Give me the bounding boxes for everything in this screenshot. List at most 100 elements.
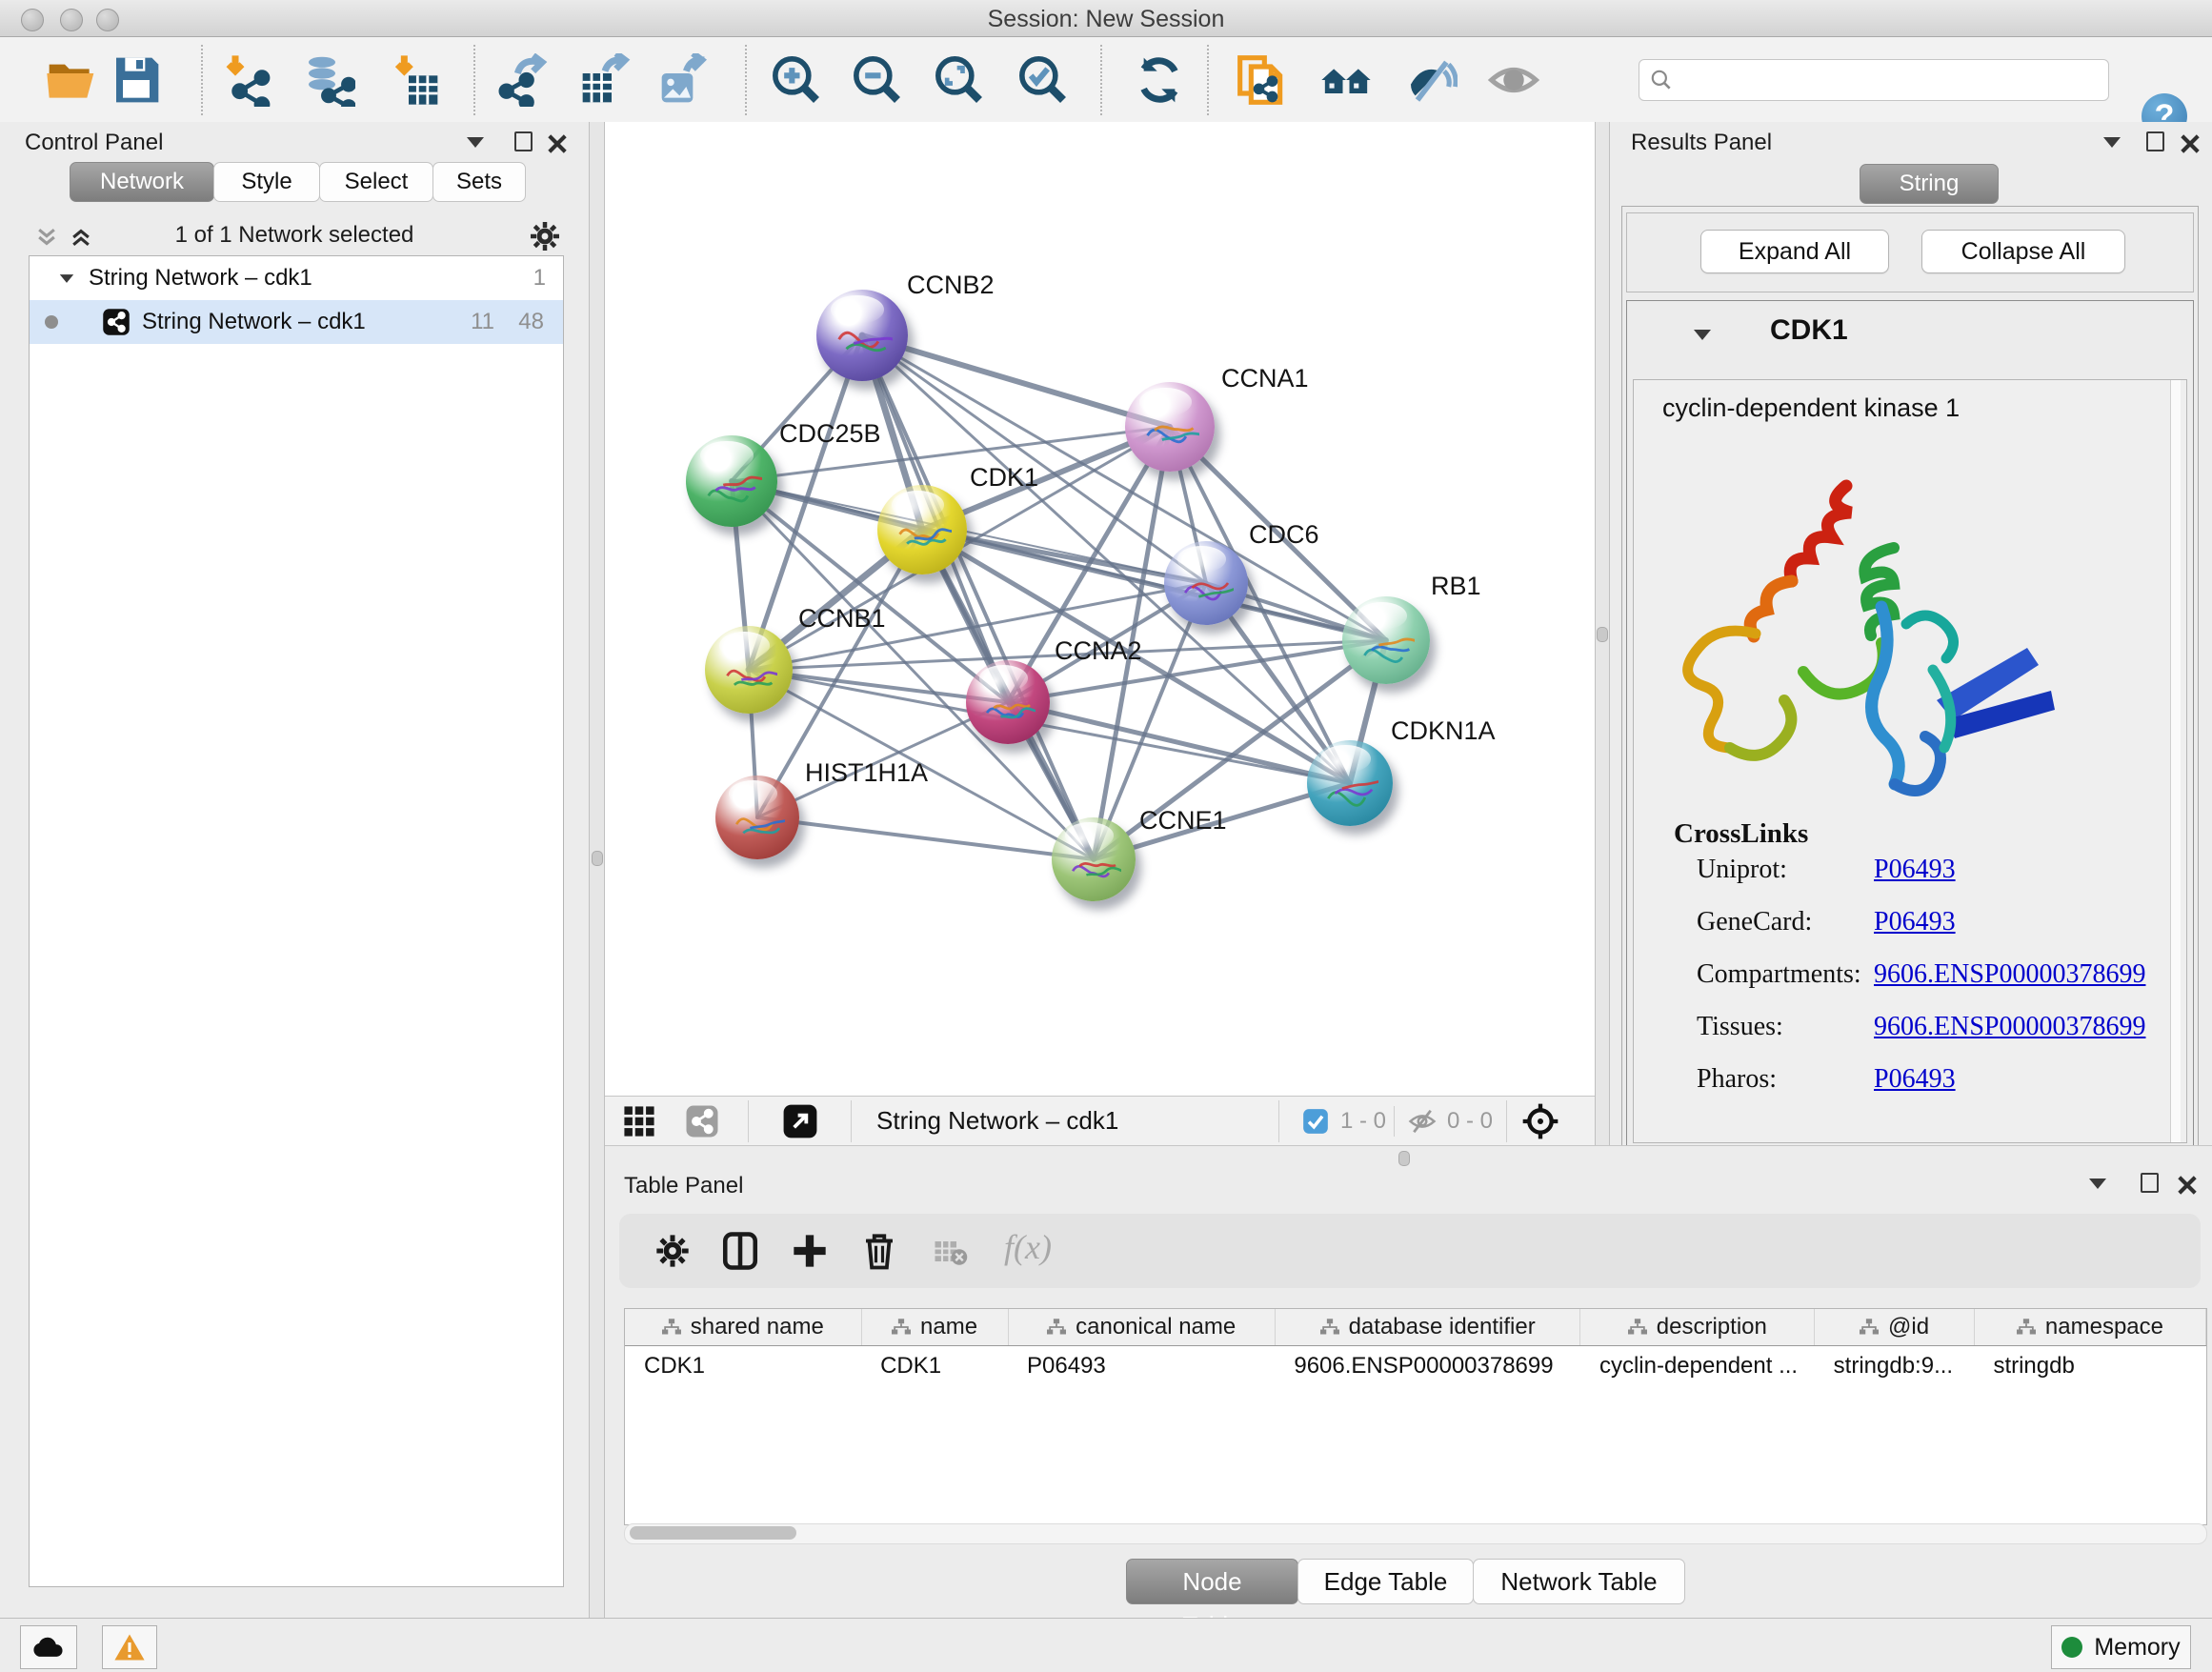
detach-view-icon[interactable] [782, 1103, 818, 1139]
network-collection-row[interactable]: String Network – cdk1 1 [30, 256, 563, 300]
birds-eye-view-icon[interactable] [1521, 1102, 1559, 1140]
column-header-shared-name[interactable]: shared name [625, 1309, 861, 1346]
node-CCNE1[interactable] [1052, 817, 1136, 901]
splitter-grip[interactable] [592, 851, 603, 866]
add-icon[interactable] [791, 1232, 829, 1270]
node-CCNA1[interactable] [1125, 382, 1215, 472]
save-session-icon[interactable] [110, 53, 163, 107]
node-CCNB2[interactable] [816, 290, 908, 381]
tab-select[interactable]: Select [319, 162, 433, 202]
close-panel-icon[interactable] [547, 133, 568, 154]
network-row[interactable]: String Network – cdk1 11 48 [30, 300, 563, 344]
export-image-icon[interactable] [657, 53, 711, 107]
close-panel-icon[interactable] [2180, 133, 2201, 154]
collapse-triangle-icon[interactable] [1694, 330, 1711, 340]
crosslink-link[interactable]: 9606.ENSP00000378699 [1874, 1012, 2145, 1042]
right-splitter[interactable] [1595, 122, 1610, 1158]
gear-icon[interactable] [654, 1232, 692, 1270]
column-header-namespace[interactable]: namespace [1974, 1309, 2205, 1346]
crosslink-link[interactable]: 9606.ENSP00000378699 [1874, 959, 2145, 990]
collapse-all-button[interactable]: Collapse All [1921, 230, 2125, 273]
selected-checkbox-icon[interactable] [1302, 1108, 1329, 1135]
node-CCNA2[interactable] [966, 660, 1050, 744]
node-CCNB1[interactable] [705, 626, 793, 714]
tab-style[interactable]: Style [213, 162, 320, 202]
column-header-@id[interactable]: @id [1815, 1309, 1975, 1346]
crosslink-link[interactable]: P06493 [1874, 907, 1956, 937]
collapse-panel-icon[interactable] [2089, 1178, 2110, 1199]
memory-button[interactable]: Memory [2051, 1625, 2191, 1669]
export-table-icon[interactable] [578, 53, 632, 107]
disable-glass-effect-icon[interactable] [1487, 53, 1540, 107]
table-cell[interactable]: stringdb:9... [1815, 1346, 1975, 1387]
node-label-CCNA1: CCNA1 [1221, 364, 1309, 393]
column-header-description[interactable]: description [1580, 1309, 1815, 1346]
tab-node-table[interactable]: Node Table [1126, 1559, 1298, 1604]
float-panel-icon[interactable] [2141, 1173, 2162, 1194]
function-builder-icon[interactable]: f(x) [1004, 1227, 1052, 1267]
column-header-database-identifier[interactable]: database identifier [1275, 1309, 1580, 1346]
tab-sets[interactable]: Sets [432, 162, 526, 202]
close-panel-icon[interactable] [2177, 1175, 2198, 1196]
zoom-out-icon[interactable] [851, 53, 904, 107]
string-protein-query-icon[interactable] [1236, 53, 1289, 107]
column-header-canonical-name[interactable]: canonical name [1008, 1309, 1275, 1346]
table-cell[interactable]: stringdb [1974, 1346, 2205, 1387]
node-CDKN1A[interactable] [1307, 740, 1393, 826]
collapse-triangle-icon[interactable] [58, 273, 75, 284]
gear-icon[interactable] [528, 219, 562, 253]
delete-table-icon[interactable] [934, 1239, 968, 1267]
import-network-file-icon[interactable] [222, 53, 275, 107]
warnings-button[interactable] [102, 1625, 157, 1669]
zoom-selected-icon[interactable] [1016, 53, 1070, 107]
string-home-icon[interactable] [1319, 53, 1373, 107]
expand-all-button[interactable]: Expand All [1700, 230, 1889, 273]
search-field[interactable] [1639, 59, 2109, 101]
table-row[interactable]: CDK1CDK1P064939606.ENSP00000378699cyclin… [625, 1346, 2206, 1387]
left-splitter[interactable] [589, 122, 605, 1618]
table-cell[interactable]: P06493 [1008, 1346, 1275, 1387]
grid-view-icon[interactable] [622, 1105, 656, 1138]
cloud-button[interactable] [20, 1625, 77, 1669]
zoom-fit-icon[interactable] [933, 53, 986, 107]
search-input[interactable] [1681, 66, 2108, 94]
table-horizontal-scrollbar[interactable] [624, 1523, 2207, 1544]
open-session-folder-icon[interactable] [45, 53, 98, 107]
crosslink-link[interactable]: P06493 [1874, 1064, 1956, 1095]
table-cell[interactable]: 9606.ENSP00000378699 [1275, 1346, 1580, 1387]
node-CDC6[interactable] [1164, 541, 1248, 625]
collapse-panel-icon[interactable] [467, 137, 488, 158]
horizontal-splitter-grip[interactable] [1398, 1151, 1410, 1166]
float-panel-icon[interactable] [2146, 131, 2167, 152]
node-CDK1[interactable] [877, 485, 967, 574]
tab-string[interactable]: String [1860, 164, 1999, 204]
network-row-label: String Network – cdk1 [142, 309, 366, 335]
results-scrollbar[interactable] [2170, 380, 2181, 1142]
refresh-icon[interactable] [1133, 53, 1186, 107]
table-cell[interactable]: CDK1 [861, 1346, 1008, 1387]
edge-HIST1H1A-CCNE1[interactable] [757, 817, 1094, 859]
collapse-panel-icon[interactable] [2103, 137, 2124, 158]
crosslink-link[interactable]: P06493 [1874, 855, 1956, 885]
export-network-icon[interactable] [495, 53, 549, 107]
tab-edge-table[interactable]: Edge Table [1297, 1559, 1474, 1604]
enable-glass-effect-icon[interactable] [1404, 53, 1458, 107]
node-HIST1H1A[interactable] [715, 776, 799, 859]
show-columns-icon[interactable] [720, 1230, 760, 1272]
zoom-in-icon[interactable] [770, 53, 823, 107]
import-network-database-icon[interactable] [302, 53, 355, 107]
column-header-name[interactable]: name [861, 1309, 1008, 1346]
share-view-icon[interactable] [685, 1104, 719, 1138]
import-table-icon[interactable] [389, 53, 442, 107]
node-RB1[interactable] [1342, 596, 1430, 684]
node-CDC25B[interactable] [686, 435, 777, 527]
edge-CCNB2-CCNA1[interactable] [862, 335, 1170, 427]
splitter-grip[interactable] [1597, 627, 1608, 642]
tab-network[interactable]: Network [70, 162, 214, 202]
table-cell[interactable]: CDK1 [625, 1346, 861, 1387]
tab-network-table[interactable]: Network Table [1473, 1559, 1685, 1604]
network-canvas[interactable]: CCNB2CCNA1CDC25BCDK1CDC6RB1CCNB1CCNA2CDK… [605, 122, 1595, 1096]
table-cell[interactable]: cyclin-dependent ... [1580, 1346, 1815, 1387]
delete-trash-icon[interactable] [859, 1229, 899, 1273]
float-panel-icon[interactable] [514, 131, 535, 152]
